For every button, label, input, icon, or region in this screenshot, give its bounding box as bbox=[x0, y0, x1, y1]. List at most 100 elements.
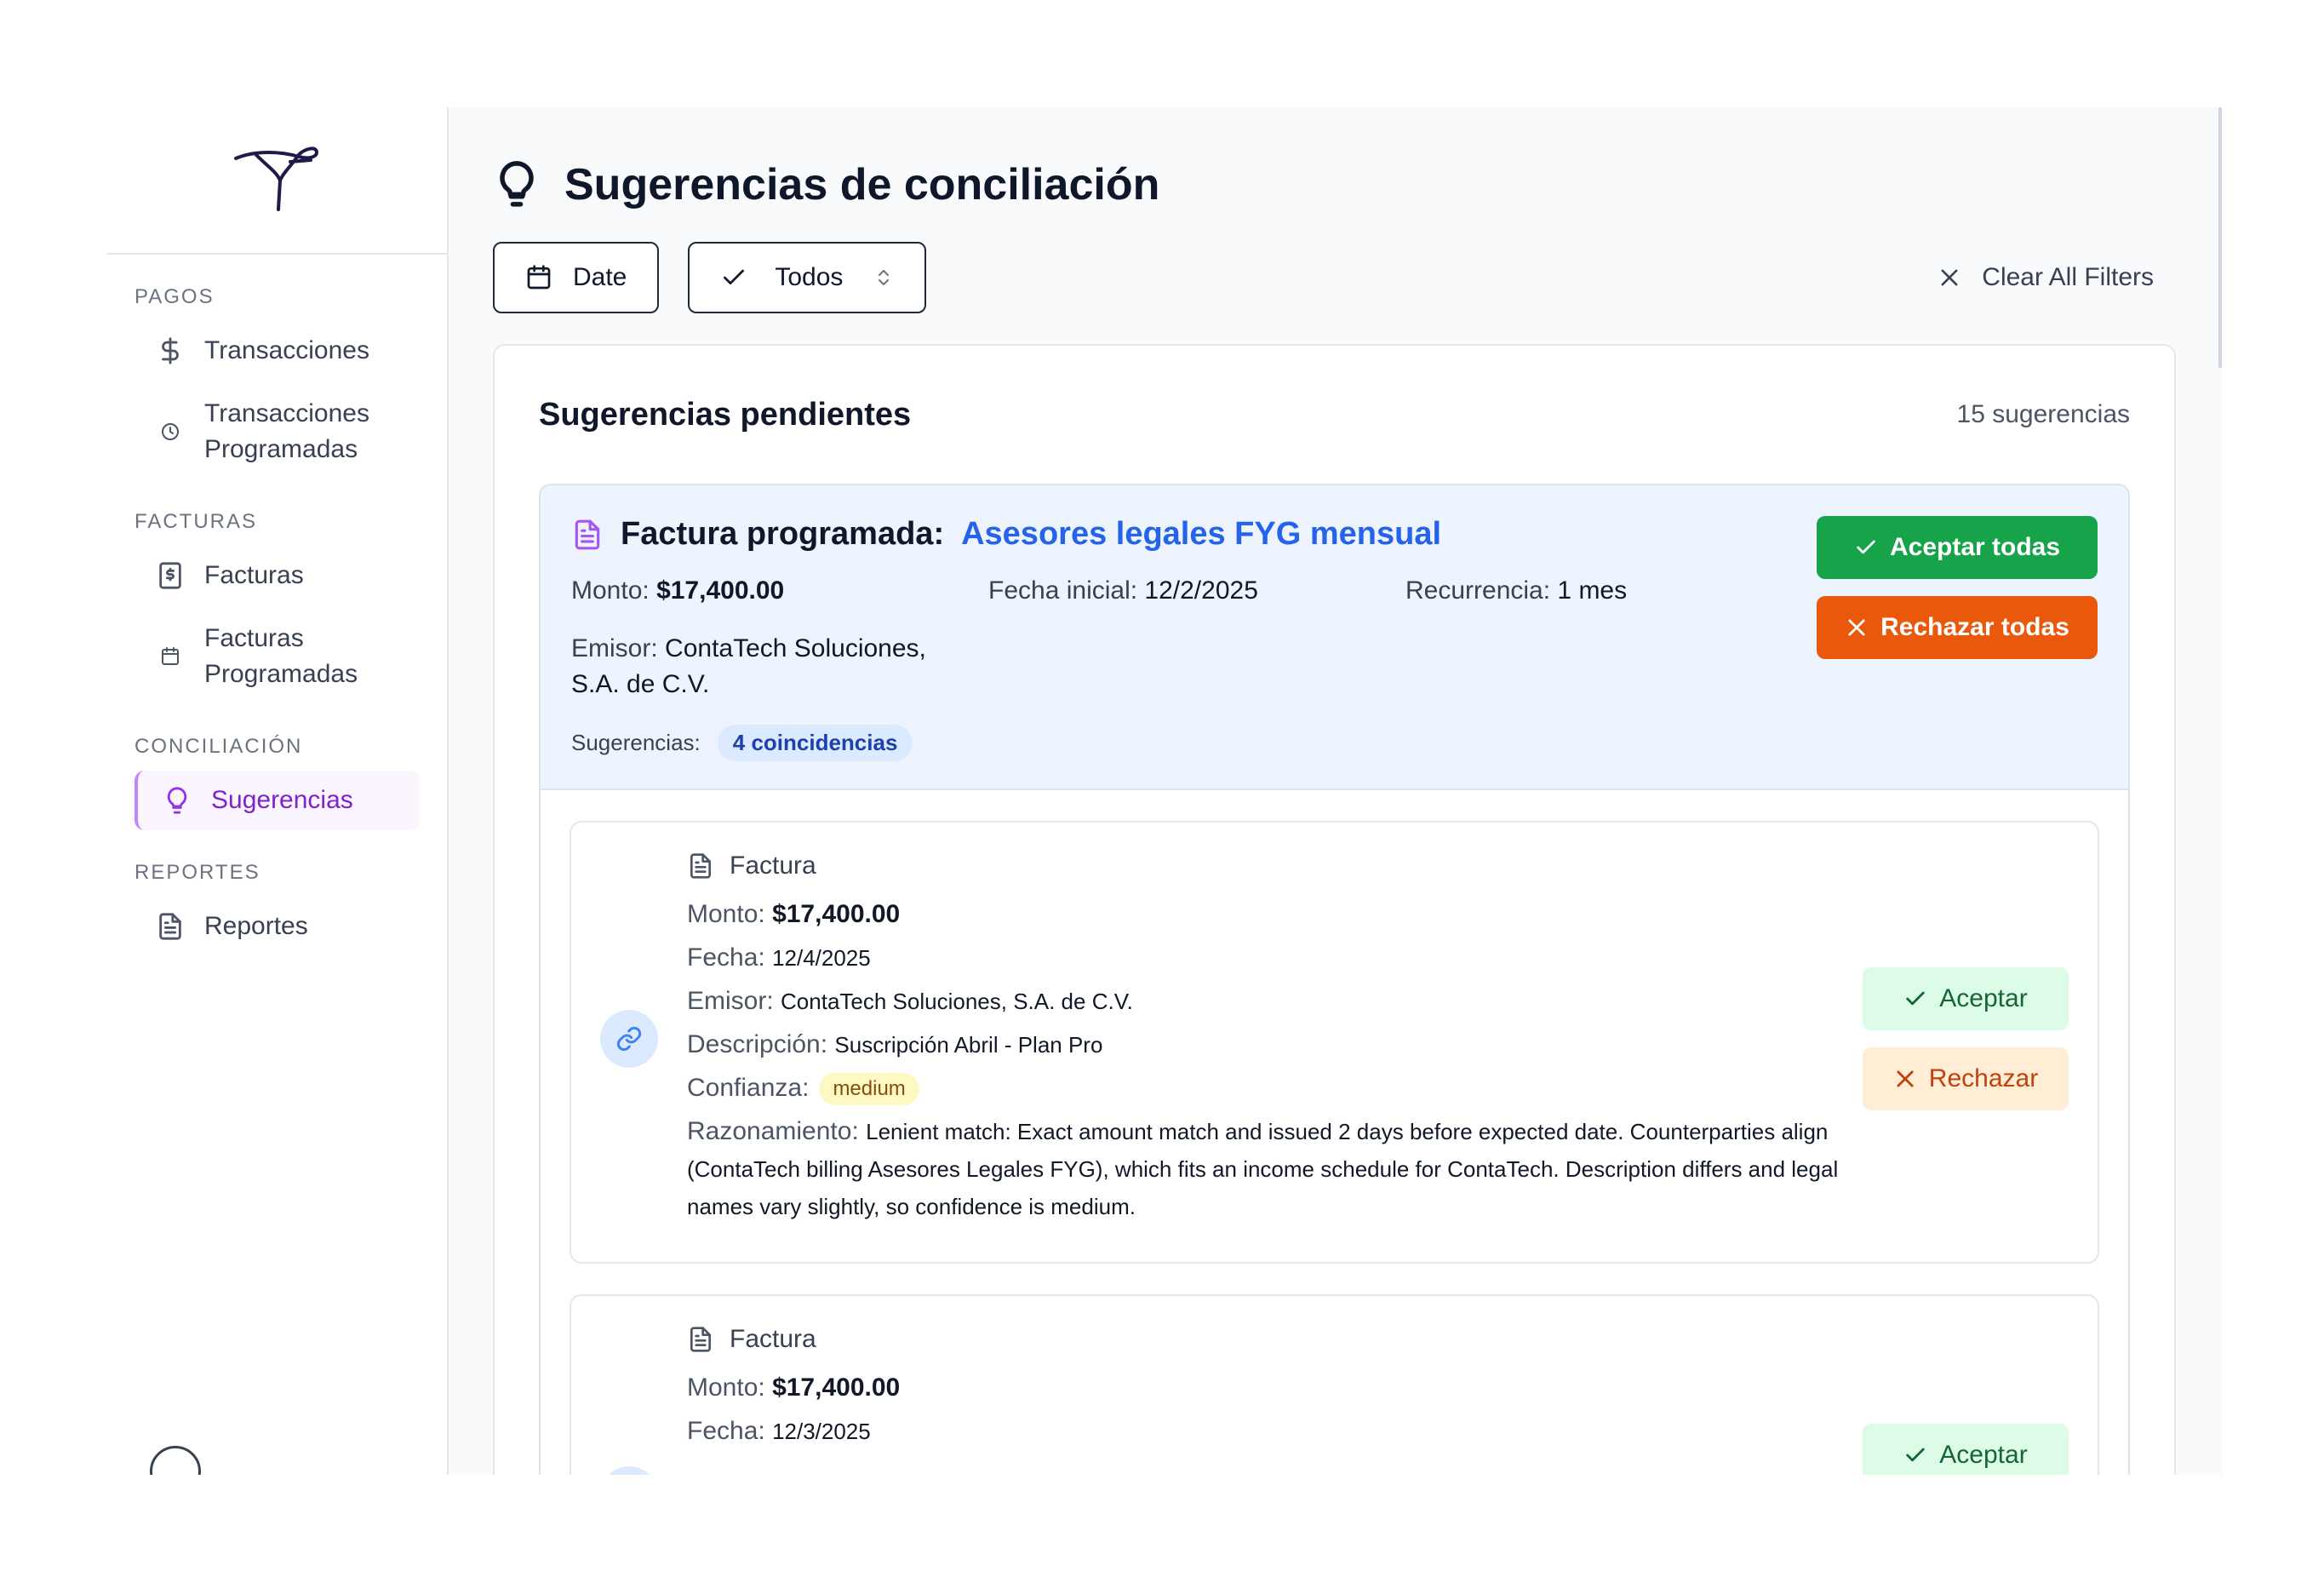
nav-heading: REPORTES bbox=[135, 861, 260, 884]
calendar-icon bbox=[527, 265, 551, 290]
reject-all-label: Rechazar todas bbox=[1880, 613, 2069, 641]
scrollbar[interactable] bbox=[2218, 107, 2222, 368]
fecha-row: Fecha: 12/3/2025 bbox=[687, 1413, 2069, 1450]
logo[interactable] bbox=[107, 107, 447, 255]
sidebar-item-label: Facturas bbox=[204, 561, 304, 589]
sugerencias-summary: Sugerencias: 4 coincidencias bbox=[571, 725, 2098, 761]
fecha-value: 12/3/2025 bbox=[772, 1419, 871, 1444]
sidebar-item-label: Sugerencias bbox=[211, 786, 353, 814]
suggestion-actions: Aceptar Rechazar bbox=[1863, 967, 2069, 1110]
fecha-label: Fecha: bbox=[687, 1417, 765, 1445]
confianza-label: Confianza: bbox=[687, 1074, 810, 1102]
suggestion-type-label: Factura bbox=[730, 1325, 816, 1353]
filter-bar: Date Todos Clear All Filters bbox=[493, 242, 2176, 313]
monto-value: $17,400.00 bbox=[772, 1373, 901, 1402]
nav-section-conciliacion: CONCILIACIÓN Sugerencias bbox=[107, 735, 447, 830]
suggestions-card: Sugerencias pendientes 15 sugerencias Fa… bbox=[493, 344, 2176, 1475]
suggestion-group: Factura programada: Asesores legales FYG… bbox=[539, 484, 2130, 1475]
monto-field: Monto: $17,400.00 bbox=[571, 576, 988, 605]
razonamiento-label: Razonamiento: bbox=[687, 1117, 859, 1145]
clear-filters-label: Clear All Filters bbox=[1982, 263, 2154, 291]
monto-label: Monto: bbox=[687, 1373, 765, 1402]
group-title-prefix: Factura programada: bbox=[621, 516, 945, 552]
recurrencia-field: Recurrencia: 1 mes bbox=[1405, 576, 1823, 605]
accept-all-label: Aceptar todas bbox=[1889, 533, 2061, 561]
nav-section-reportes: REPORTES Reportes bbox=[107, 861, 447, 956]
sidebar-item-label: Transacciones Programadas bbox=[204, 399, 369, 463]
sidebar-item-transacciones-programadas[interactable]: Transacciones Programadas bbox=[135, 384, 420, 479]
close-icon bbox=[1848, 619, 1865, 636]
link-icon bbox=[600, 1466, 658, 1475]
nav-heading: PAGOS bbox=[135, 285, 215, 308]
accept-button[interactable]: Aceptar bbox=[1863, 1424, 2069, 1475]
fecha-inicial-field: Fecha inicial: 12/2/2025 bbox=[988, 576, 1405, 605]
calendar-icon bbox=[155, 641, 186, 672]
suggestion-actions: Aceptar bbox=[1863, 1424, 2069, 1475]
suggestion-type: Factura bbox=[687, 1325, 2069, 1354]
sidebar-item-sugerencias[interactable]: Sugerencias bbox=[135, 771, 420, 830]
brand-logo-icon bbox=[233, 146, 318, 211]
group-body: Factura Monto: $17,400.00 Fecha: 12/4/20… bbox=[541, 790, 2128, 1475]
group-header: Factura programada: Asesores legales FYG… bbox=[541, 485, 2128, 790]
nav-section-pagos: PAGOS Transacciones Transacciones Progra… bbox=[107, 285, 447, 479]
app-window: PAGOS Transacciones Transacciones Progra… bbox=[107, 107, 2222, 1475]
nav-heading: CONCILIACIÓN bbox=[135, 735, 303, 758]
confianza-row: Confianza: medium bbox=[687, 1069, 2069, 1107]
coincidencias-badge: 4 coincidencias bbox=[717, 725, 913, 761]
check-icon bbox=[1857, 540, 1875, 554]
sugerencias-label: Sugerencias: bbox=[571, 730, 701, 755]
descripcion-row: Descripción: Suscripción Abril - Plan Pr… bbox=[687, 1026, 2069, 1064]
suggestion-count: 15 sugerencias bbox=[1956, 400, 2130, 428]
check-icon bbox=[1906, 1448, 1926, 1462]
emisor-field: Emisor: ContaTech Soluciones, S.A. de C.… bbox=[571, 631, 971, 702]
fecha-label: Fecha inicial: bbox=[988, 576, 1138, 605]
receipt-icon bbox=[155, 560, 186, 591]
accept-button[interactable]: Aceptar bbox=[1863, 967, 2069, 1030]
link-icon bbox=[600, 1010, 658, 1068]
monto-value: $17,400.00 bbox=[656, 576, 785, 605]
group-actions: Aceptar todas Rechazar todas bbox=[1817, 516, 2098, 659]
reject-label: Rechazar bbox=[1928, 1064, 2039, 1092]
document-icon bbox=[690, 1327, 711, 1352]
avatar[interactable] bbox=[150, 1446, 201, 1475]
sidebar-item-reportes[interactable]: Reportes bbox=[135, 897, 420, 956]
sidebar: PAGOS Transacciones Transacciones Progra… bbox=[107, 107, 449, 1475]
reject-all-button[interactable]: Rechazar todas bbox=[1817, 596, 2098, 659]
monto-row: Monto: $17,400.00 bbox=[687, 1369, 2069, 1407]
emisor-label: Emisor: bbox=[571, 634, 658, 662]
confidence-badge: medium bbox=[819, 1073, 919, 1106]
monto-label: Monto: bbox=[571, 576, 650, 605]
suggestion-type-label: Factura bbox=[730, 851, 816, 880]
date-filter-button[interactable]: Date bbox=[493, 242, 660, 313]
clear-all-filters-button[interactable]: Clear All Filters bbox=[1938, 263, 2176, 292]
emisor-row: Emisor: ContaTech Soluciones, S.A. de C.… bbox=[687, 983, 2069, 1020]
accept-all-button[interactable]: Aceptar todas bbox=[1817, 516, 2098, 579]
card-header: Sugerencias pendientes 15 sugerencias bbox=[539, 346, 2130, 484]
sidebar-item-transacciones[interactable]: Transacciones bbox=[135, 321, 420, 381]
document-icon bbox=[575, 519, 600, 549]
fecha-label: Fecha: bbox=[687, 943, 765, 972]
suggestion-item: Factura Monto: $17,400.00 Fecha: 12/4/20… bbox=[570, 821, 2099, 1264]
reject-button[interactable]: Rechazar bbox=[1863, 1047, 2069, 1110]
fecha-row: Fecha: 12/4/2025 bbox=[687, 939, 2069, 977]
lightbulb-icon bbox=[162, 785, 192, 816]
status-filter-label: Todos bbox=[775, 263, 844, 291]
status-filter-select[interactable]: Todos bbox=[688, 242, 927, 313]
sidebar-item-facturas[interactable]: Facturas bbox=[135, 546, 420, 605]
sidebar-item-facturas-programadas[interactable]: Facturas Programadas bbox=[135, 609, 420, 704]
check-icon bbox=[724, 269, 745, 284]
file-text-icon bbox=[155, 911, 186, 942]
suggestion-type: Factura bbox=[687, 851, 2069, 880]
descripcion-value: Suscripción Abril - Plan Pro bbox=[834, 1032, 1103, 1058]
chevron-up-down-icon bbox=[879, 270, 890, 285]
emisor-label: Emisor: bbox=[687, 987, 774, 1015]
close-icon bbox=[1941, 269, 1958, 286]
scheduled-invoice-link[interactable]: Asesores legales FYG mensual bbox=[961, 516, 1441, 553]
accept-label: Aceptar bbox=[1939, 984, 2028, 1012]
check-icon bbox=[1906, 991, 1926, 1006]
sidebar-item-label: Facturas Programadas bbox=[204, 624, 358, 688]
page-header: Sugerencias de conciliación bbox=[493, 107, 2176, 242]
accept-label: Aceptar bbox=[1939, 1441, 2028, 1469]
razonamiento-row: Razonamiento: Lenient match: Exact amoun… bbox=[687, 1113, 1853, 1225]
page-title: Sugerencias de conciliación bbox=[564, 160, 1160, 209]
